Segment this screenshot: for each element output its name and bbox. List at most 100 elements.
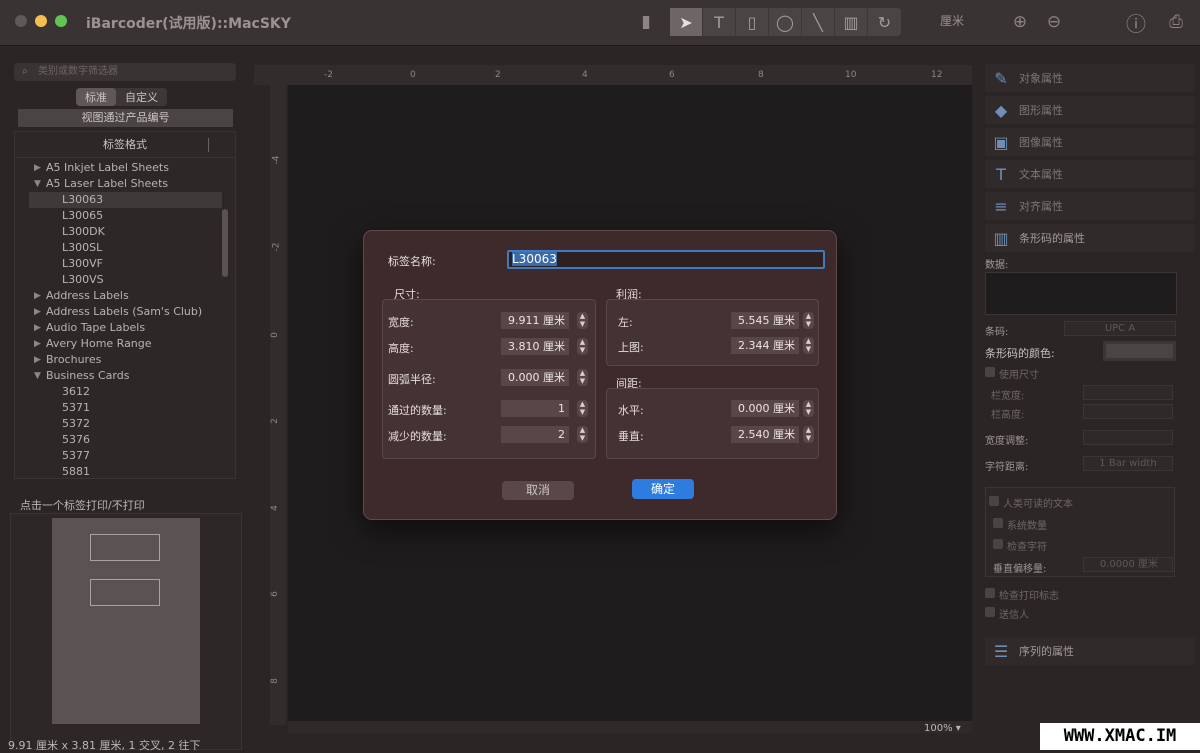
height-field[interactable]: 3.810 厘米	[501, 338, 569, 355]
tree-item[interactable]: L300DK	[15, 224, 235, 240]
top-margin-field[interactable]: 2.344 厘米	[731, 337, 799, 354]
align-properties-section[interactable]: ≡ 对齐属性	[985, 192, 1195, 220]
document-icon[interactable]: ▮	[636, 8, 656, 36]
tree-item[interactable]: L300VF	[15, 256, 235, 272]
down-count-stepper[interactable]: ▲ ▼	[577, 426, 588, 443]
label-preview-2[interactable]	[90, 579, 160, 606]
tree-item[interactable]: L300VS	[15, 272, 235, 288]
data-label: 数据:	[985, 260, 1009, 271]
object-icon: ✎	[994, 68, 1008, 88]
vertical-spacing-field[interactable]: 2.540 厘米	[731, 426, 799, 443]
list-scrollbar[interactable]	[222, 209, 228, 277]
label-name-input[interactable]: L30063	[507, 250, 825, 269]
width-stepper[interactable]: ▲ ▼	[577, 312, 588, 329]
zoom-window-button[interactable]	[55, 15, 67, 27]
top-margin-stepper[interactable]: ▲ ▼	[803, 337, 814, 354]
tree-item[interactable]: 3612	[15, 384, 235, 400]
rectangle-tool-icon[interactable]: ▯	[736, 8, 769, 36]
tree-item[interactable]: 5372	[15, 416, 235, 432]
left-margin-field[interactable]: 5.545 厘米	[731, 312, 799, 329]
label-format-list: 标签格式 ▶ A5 Inkjet Label Sheets ▼ A5 Laser L…	[14, 131, 236, 479]
tree-item[interactable]: ▶ A5 Inkjet Label Sheets	[15, 160, 235, 176]
unit-label[interactable]: 厘米	[940, 12, 964, 29]
tree-item[interactable]: ▶ Address Labels (Sam's Club)	[15, 304, 235, 320]
tab-custom[interactable]: 自定义	[116, 88, 167, 106]
width-adjust-field[interactable]	[1083, 430, 1173, 445]
down-count-field[interactable]: 2	[501, 426, 569, 443]
horizontal-spacing-field[interactable]: 0.000 厘米	[731, 400, 799, 417]
tree-item-label: 5376	[62, 433, 90, 446]
across-count-field[interactable]: 1	[501, 400, 569, 417]
width-field[interactable]: 9.911 厘米	[501, 312, 569, 329]
tree-item[interactable]: 5376	[15, 432, 235, 448]
tree-item[interactable]: ▼ A5 Laser Label Sheets	[15, 176, 235, 192]
tree-item[interactable]: ▼ Business Cards	[15, 368, 235, 384]
use-size-checkbox[interactable]	[985, 367, 995, 377]
barcode-tool-icon[interactable]: ▥	[835, 8, 868, 36]
check-char-checkbox[interactable]	[993, 539, 1003, 549]
tab-standard[interactable]: 标准	[76, 88, 116, 106]
tree-item[interactable]: 5881	[15, 464, 235, 478]
graphic-properties-section[interactable]: ◆ 图形属性	[985, 96, 1195, 124]
check-print-flag-label: 检查打印标志	[999, 591, 1059, 602]
image-icon: ▣	[993, 132, 1009, 152]
system-number-checkbox[interactable]	[993, 518, 1003, 528]
char-spacing-select[interactable]: 1 Bar width	[1083, 456, 1173, 471]
image-properties-section[interactable]: ▣ 图像属性	[985, 128, 1195, 156]
select-tool-icon[interactable]: ➤	[670, 8, 703, 36]
barcode-type-select[interactable]: UPC A	[1064, 321, 1176, 336]
human-readable-checkbox[interactable]	[989, 496, 999, 506]
bar-width-field[interactable]	[1083, 385, 1173, 400]
tree-item[interactable]: L300SL	[15, 240, 235, 256]
text-tool-icon[interactable]: T	[703, 8, 736, 36]
corner-radius-stepper[interactable]: ▲ ▼	[577, 369, 588, 386]
zoom-in-icon[interactable]: ⊕	[1007, 8, 1033, 36]
object-properties-section[interactable]: ✎ 对象属性	[985, 64, 1195, 92]
text-properties-section[interactable]: T 文本属性	[985, 160, 1195, 188]
zoom-level[interactable]: 100% ▾	[924, 723, 961, 734]
vertical-spacing-stepper[interactable]: ▲ ▼	[803, 426, 814, 443]
tree-item-selected[interactable]: L30063	[29, 192, 222, 208]
left-margin-stepper[interactable]: ▲ ▼	[803, 312, 814, 329]
margin-group	[606, 299, 819, 366]
tree-item[interactable]: ▶ Brochures	[15, 352, 235, 368]
chevron-right-icon: ▶	[34, 163, 41, 173]
tree-item[interactable]: ▶ Address Labels	[15, 288, 235, 304]
height-stepper[interactable]: ▲ ▼	[577, 338, 588, 355]
check-print-flag-checkbox[interactable]	[985, 588, 995, 598]
top-margin-label: 上图:	[618, 341, 644, 354]
label-name-label: 标签名称:	[388, 255, 436, 268]
tree-item[interactable]: 5371	[15, 400, 235, 416]
tree-item[interactable]: L30065	[15, 208, 235, 224]
bar-height-field[interactable]	[1083, 404, 1173, 419]
tree-item[interactable]: 5377	[15, 448, 235, 464]
label-preview-1[interactable]	[90, 534, 160, 561]
horizontal-scrollbar[interactable]	[288, 721, 972, 733]
tree-item[interactable]: ▶ Avery Home Range	[15, 336, 235, 352]
view-by-product-button[interactable]: 视图通过产品编号	[18, 109, 233, 127]
print-icon[interactable]: ⎙	[1163, 8, 1189, 36]
ok-button[interactable]: 确定	[632, 479, 694, 499]
barcode-color-well[interactable]	[1103, 341, 1176, 361]
char-spacing-value: 1 Bar width	[1099, 458, 1157, 469]
info-icon[interactable]: ⓘ	[1123, 8, 1149, 36]
corner-radius-field[interactable]: 0.000 厘米	[501, 369, 569, 386]
across-count-stepper[interactable]: ▲ ▼	[577, 400, 588, 417]
zoom-out-icon[interactable]: ⊖	[1041, 8, 1067, 36]
cancel-button[interactable]: 取消	[502, 481, 574, 500]
close-window-button[interactable]	[15, 15, 27, 27]
sequence-properties-section[interactable]: ☰ 序列的属性	[985, 637, 1195, 665]
ellipse-tool-icon[interactable]: ◯	[769, 8, 802, 36]
vertical-offset-field[interactable]: 0.0000 厘米	[1083, 557, 1173, 572]
line-tool-icon[interactable]: ╲	[802, 8, 835, 36]
tree-item-label: L300SL	[62, 241, 103, 254]
minimize-window-button[interactable]	[35, 15, 47, 27]
sender-checkbox[interactable]	[985, 607, 995, 617]
vertical-offset-label: 垂直偏移量:	[993, 564, 1047, 575]
data-textarea[interactable]	[985, 272, 1177, 315]
horizontal-spacing-stepper[interactable]: ▲ ▼	[803, 400, 814, 417]
tree-item[interactable]: ▶ Audio Tape Labels	[15, 320, 235, 336]
barcode-properties-section[interactable]: ▥ 条形码的属性	[985, 224, 1195, 252]
search-input[interactable]: ⌕ 类别或数字筛选器	[14, 63, 236, 81]
rotate-tool-icon[interactable]: ↻	[868, 8, 901, 36]
